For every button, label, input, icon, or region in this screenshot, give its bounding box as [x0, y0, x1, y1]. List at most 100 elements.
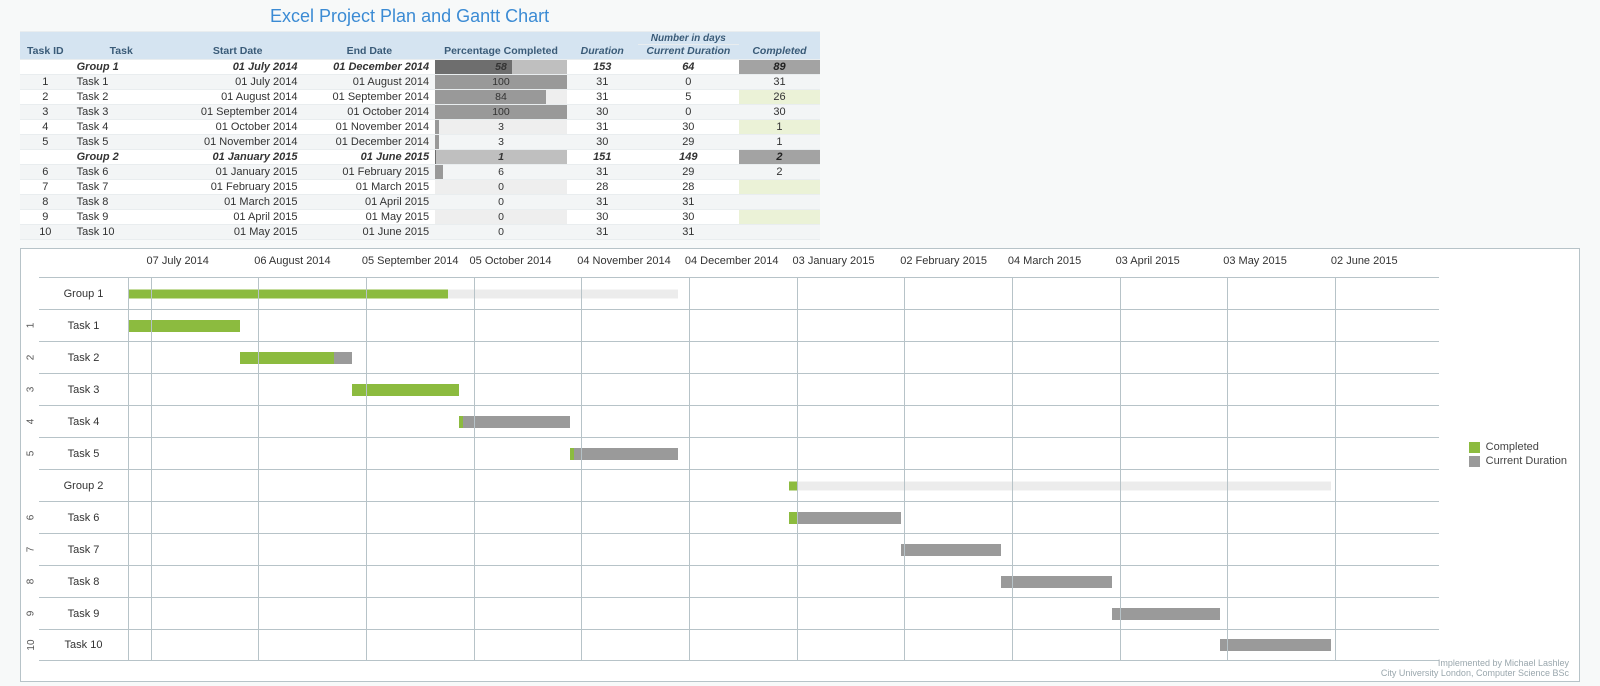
cell-completed-days: 30: [739, 105, 820, 120]
gantt-bar-completed: [129, 320, 240, 332]
cell-cur: 31: [638, 225, 739, 240]
cell-start: 01 October 2014: [172, 120, 304, 135]
gantt-row-label: Task 9: [39, 598, 129, 629]
gantt-bar-current: [574, 448, 678, 460]
cell-dur: 151: [567, 150, 638, 165]
gantt-bar-current: [797, 512, 901, 524]
credit-text: Implemented by Michael Lashley City Univ…: [1381, 659, 1569, 679]
cell-cur: 30: [638, 120, 739, 135]
cell-id: 7: [20, 180, 71, 195]
cell-task: Task 2: [71, 90, 172, 105]
legend-swatch-completed: [1469, 442, 1480, 453]
cell-cur: 29: [638, 165, 739, 180]
cell-id: 6: [20, 165, 71, 180]
cell-completed-days: 26: [739, 90, 820, 105]
gantt-row-track: [129, 598, 1439, 629]
gantt-row-track: [129, 566, 1439, 597]
gantt-row-label: Task 2: [39, 342, 129, 373]
cell-cur: 0: [638, 105, 739, 120]
cell-end: 01 June 2015: [304, 225, 436, 240]
gantt-tick-label: 02 February 2015: [900, 255, 987, 267]
cell-task: Group 1: [71, 60, 172, 75]
gantt-bar-completed: [240, 352, 333, 364]
gantt-tick-label: 03 April 2015: [1116, 255, 1180, 267]
gantt-bar-completed: [789, 481, 796, 490]
gantt-group-row: Group 2: [39, 469, 1439, 501]
gantt-bar-current: [463, 416, 571, 428]
cell-end: 01 May 2015: [304, 210, 436, 225]
cell-end: 01 December 2014: [304, 135, 436, 150]
cell-cur: 149: [638, 150, 739, 165]
cell-completed-days: 2: [739, 165, 820, 180]
cell-percentage: 0: [435, 210, 567, 225]
cell-start: 01 February 2015: [172, 180, 304, 195]
gantt-task-row: 10Task 10: [39, 629, 1439, 661]
table-row: 6Task 601 January 201501 February 201563…: [20, 165, 820, 180]
gantt-row-label: Task 10: [39, 630, 129, 660]
cell-task: Task 3: [71, 105, 172, 120]
gantt-row-label: Task 1: [39, 310, 129, 341]
gantt-row-track: [129, 406, 1439, 437]
cell-id: 8: [20, 195, 71, 210]
cell-id: 9: [20, 210, 71, 225]
cell-task: Task 6: [71, 165, 172, 180]
gantt-tick-label: 07 July 2014: [147, 255, 209, 267]
cell-end: 01 March 2015: [304, 180, 436, 195]
cell-start: 01 April 2015: [172, 210, 304, 225]
cell-dur: 31: [567, 195, 638, 210]
table-row: 2Task 201 August 201401 September 201484…: [20, 90, 820, 105]
cell-start: 01 November 2014: [172, 135, 304, 150]
cell-dur: 153: [567, 60, 638, 75]
cell-end: 01 October 2014: [304, 105, 436, 120]
gantt-row-track: [129, 438, 1439, 469]
gantt-tick-label: 04 March 2015: [1008, 255, 1081, 267]
table-row: 4Task 401 October 201401 November 201433…: [20, 120, 820, 135]
gantt-tick-label: 04 December 2014: [685, 255, 779, 267]
cell-percentage: 84: [435, 90, 567, 105]
cell-id: 2: [20, 90, 71, 105]
gantt-timeline-header: 07 July 201406 August 201405 September 2…: [129, 255, 1439, 273]
legend-label-current: Current Duration: [1486, 455, 1567, 467]
gantt-bar-current: [1112, 608, 1220, 620]
cell-completed-days: [739, 210, 820, 225]
gantt-row-track: [129, 342, 1439, 373]
cell-cur: 29: [638, 135, 739, 150]
cell-cur: 64: [638, 60, 739, 75]
cell-completed-days: [739, 195, 820, 210]
th-task-id: Task ID: [20, 32, 71, 60]
table-row: 5Task 501 November 201401 December 20143…: [20, 135, 820, 150]
gantt-task-row: 2Task 2: [39, 341, 1439, 373]
gantt-bar-completed: [129, 289, 448, 298]
th-current-duration: Current Duration: [638, 45, 739, 60]
cell-end: 01 February 2015: [304, 165, 436, 180]
gantt-chart: 07 July 201406 August 201405 September 2…: [20, 248, 1580, 682]
cell-start: 01 January 2015: [172, 165, 304, 180]
cell-task: Group 2: [71, 150, 172, 165]
cell-completed-days: [739, 180, 820, 195]
cell-percentage: 100: [435, 105, 567, 120]
gantt-tick-label: 02 June 2015: [1331, 255, 1398, 267]
cell-id: 4: [20, 120, 71, 135]
gantt-bar-current: [334, 352, 352, 364]
cell-id: [20, 60, 71, 75]
gantt-tick-label: 05 October 2014: [470, 255, 552, 267]
cell-completed-days: 89: [739, 60, 820, 75]
page-title: Excel Project Plan and Gantt Chart: [270, 6, 1590, 27]
cell-task: Task 10: [71, 225, 172, 240]
cell-start: 01 January 2015: [172, 150, 304, 165]
cell-percentage: 0: [435, 225, 567, 240]
table-group-row: Group 201 January 201501 June 2015115114…: [20, 150, 820, 165]
cell-id: 3: [20, 105, 71, 120]
cell-percentage: 0: [435, 195, 567, 210]
table-group-row: Group 101 July 201401 December 201458153…: [20, 60, 820, 75]
gantt-row-label: Task 3: [39, 374, 129, 405]
gantt-task-row: 1Task 1: [39, 309, 1439, 341]
gantt-row-label: Task 4: [39, 406, 129, 437]
cell-cur: 31: [638, 195, 739, 210]
gantt-row-label: Task 7: [39, 534, 129, 565]
cell-end: 01 April 2015: [304, 195, 436, 210]
gantt-bar-completed: [789, 512, 796, 524]
gantt-row-label: Task 6: [39, 502, 129, 533]
cell-cur: 5: [638, 90, 739, 105]
gantt-bar-current: [1001, 576, 1112, 588]
